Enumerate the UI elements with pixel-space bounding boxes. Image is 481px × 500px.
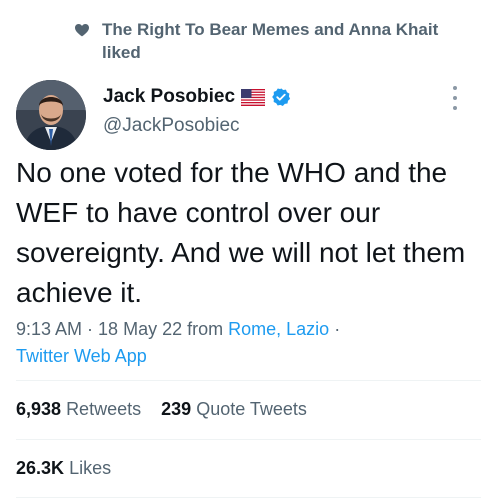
divider [16, 497, 481, 498]
avatar[interactable] [16, 80, 86, 150]
retweets-stat[interactable]: 6,938 Retweets [16, 399, 141, 419]
tweet-location-link[interactable]: Rome, Lazio [228, 319, 329, 339]
likes-label: Likes [69, 458, 112, 478]
tweet-source-link[interactable]: Twitter Web App [16, 346, 147, 366]
author-handle[interactable]: @JackPosobiec [103, 115, 240, 137]
verified-badge-icon [272, 88, 291, 106]
divider [16, 439, 481, 440]
social-context-text: The Right To Bear Memes and Anna Khait l… [102, 20, 439, 62]
quote-tweets-count: 239 [161, 399, 192, 419]
tweet-time[interactable]: 9:13 AM [16, 319, 82, 339]
social-context[interactable]: The Right To Bear Memes and Anna Khait l… [75, 18, 456, 64]
heart-icon [75, 24, 89, 37]
author-display-name[interactable]: Jack Posobiec [103, 86, 235, 108]
tweet-text: No one voted for the WHO and the WEF to … [16, 157, 466, 308]
location-prefix: from [187, 319, 224, 339]
us-flag-icon [241, 88, 266, 106]
more-options-icon[interactable] [451, 86, 459, 110]
likes-count: 26.3K [16, 458, 65, 478]
retweets-label: Retweets [66, 399, 142, 419]
author-name-row[interactable]: Jack Posobiec [103, 86, 291, 108]
tweet-date[interactable]: 18 May 22 [98, 319, 182, 339]
stats-row: 6,938 Retweets 239 Quote Tweets [16, 399, 307, 420]
divider [16, 380, 481, 381]
likes-stat[interactable]: 26.3K Likes [16, 458, 111, 479]
tweet-metadata: 9:13 AM · 18 May 22 from Rome, Lazio · T… [16, 319, 341, 366]
quote-tweets-label: Quote Tweets [196, 399, 307, 419]
retweets-count: 6,938 [16, 399, 62, 419]
quote-tweets-stat[interactable]: 239 Quote Tweets [161, 399, 307, 419]
